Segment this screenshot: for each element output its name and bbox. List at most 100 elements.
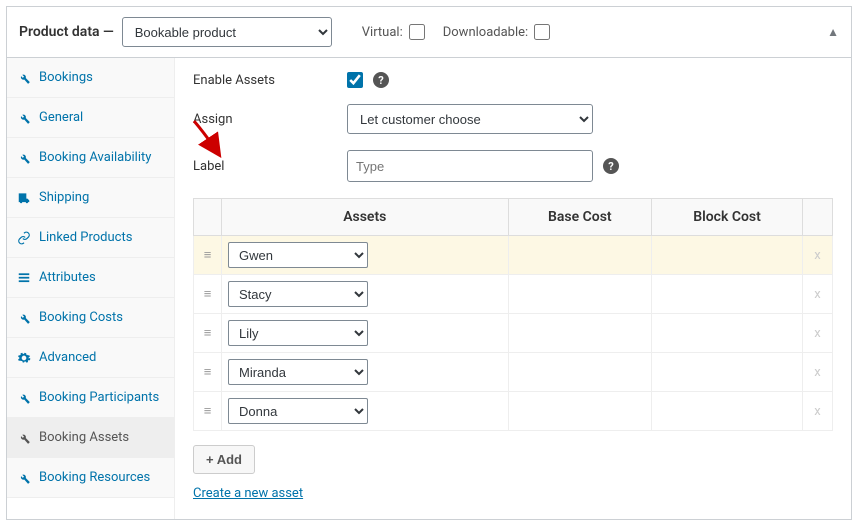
sidebar-item-label: Advanced (39, 350, 96, 365)
wrench-icon (17, 471, 31, 485)
block-cost-cell[interactable] (652, 353, 803, 392)
base-cost-cell[interactable] (508, 275, 651, 314)
truck-icon (17, 191, 31, 205)
table-row: ≡Lily x (194, 314, 833, 353)
col-block-cost: Block Cost (652, 199, 803, 236)
assets-tbody: ≡Gwenx≡Stacyx≡Lilyx≡Mirandax≡Donnax (194, 236, 833, 431)
sidebar-item-label: Shipping (39, 190, 89, 205)
sidebar-item-linked-products[interactable]: Linked Products (7, 218, 174, 258)
assign-label: Assign (193, 112, 347, 127)
base-cost-cell[interactable] (508, 353, 651, 392)
enable-assets-label: Enable Assets (193, 73, 347, 88)
downloadable-option[interactable]: Downloadable: (443, 24, 550, 40)
remove-row-icon[interactable]: x (803, 392, 833, 431)
base-cost-cell[interactable] (508, 236, 651, 275)
asset-select[interactable]: Gwen (228, 242, 368, 268)
header-options: Virtual: Downloadable: (362, 24, 550, 40)
sidebar-item-booking-availability[interactable]: Booking Availability (7, 138, 174, 178)
sidebar-item-shipping[interactable]: Shipping (7, 178, 174, 218)
table-row: ≡Donna x (194, 392, 833, 431)
panel-body: Bookings General Booking Availability Shipp… (7, 58, 851, 519)
remove-row-icon[interactable]: x (803, 275, 833, 314)
product-type-select[interactable]: Bookable product (122, 17, 332, 47)
gear-icon (17, 351, 31, 365)
asset-select[interactable]: Lily (228, 320, 368, 346)
asset-cell: Miranda (222, 353, 509, 392)
table-row: ≡Gwen x (194, 236, 833, 275)
base-cost-cell[interactable] (508, 392, 651, 431)
sidebar-item-label: Bookings (39, 70, 93, 85)
asset-select[interactable]: Miranda (228, 359, 368, 385)
collapse-icon[interactable]: ▲ (827, 25, 839, 39)
label-row: Label ? (193, 150, 833, 182)
assign-select[interactable]: Let customer choose (347, 104, 593, 134)
sidebar-item-booking-costs[interactable]: Booking Costs (7, 298, 174, 338)
sidebar-item-label: Booking Availability (39, 150, 151, 165)
sidebar-item-booking-assets[interactable]: Booking Assets (7, 418, 174, 458)
sidebar-item-label: Booking Assets (39, 430, 129, 445)
wrench-icon (17, 391, 31, 405)
sidebar-item-advanced[interactable]: Advanced (7, 338, 174, 378)
block-cost-cell[interactable] (652, 275, 803, 314)
remove-row-icon[interactable]: x (803, 353, 833, 392)
block-cost-cell[interactable] (652, 392, 803, 431)
downloadable-checkbox[interactable] (534, 24, 550, 40)
virtual-option[interactable]: Virtual: (362, 24, 425, 40)
sidebar-item-label: Booking Participants (39, 390, 159, 405)
panel-title: Product data — (19, 24, 114, 40)
sidebar-item-label: Linked Products (39, 230, 132, 245)
block-cost-cell[interactable] (652, 314, 803, 353)
wrench-icon (17, 311, 31, 325)
link-icon (17, 231, 31, 245)
drag-handle-icon[interactable]: ≡ (194, 392, 222, 431)
sidebar-item-bookings[interactable]: Bookings (7, 58, 174, 98)
list-icon (17, 271, 31, 285)
drag-handle-icon[interactable]: ≡ (194, 275, 222, 314)
label-field-label: Label (193, 159, 347, 174)
wrench-icon (17, 151, 31, 165)
help-icon[interactable]: ? (603, 158, 619, 174)
wrench-icon (17, 111, 31, 125)
add-button[interactable]: + Add (193, 445, 255, 474)
help-icon[interactable]: ? (373, 72, 389, 88)
assign-row: Assign Let customer choose (193, 104, 833, 134)
sidebar-item-attributes[interactable]: Attributes (7, 258, 174, 298)
asset-cell: Lily (222, 314, 509, 353)
panel-header: Product data — Bookable product Virtual:… (7, 7, 851, 58)
base-cost-cell[interactable] (508, 314, 651, 353)
col-assets: Assets (222, 199, 509, 236)
sidebar-item-label: Booking Resources (39, 470, 150, 485)
wrench-icon (17, 71, 31, 85)
remove-row-icon[interactable]: x (803, 314, 833, 353)
table-row: ≡Stacy x (194, 275, 833, 314)
asset-cell: Stacy (222, 275, 509, 314)
sidebar-item-label: Booking Costs (39, 310, 123, 325)
content-area: Enable Assets ? Assign Let customer choo… (175, 58, 851, 519)
create-asset-link[interactable]: Create a new asset (193, 486, 303, 501)
sidebar: Bookings General Booking Availability Shipp… (7, 58, 175, 519)
sidebar-item-booking-participants[interactable]: Booking Participants (7, 378, 174, 418)
sidebar-item-booking-resources[interactable]: Booking Resources (7, 458, 174, 498)
col-handle (194, 199, 222, 236)
asset-select[interactable]: Stacy (228, 281, 368, 307)
asset-cell: Gwen (222, 236, 509, 275)
enable-assets-row: Enable Assets ? (193, 72, 833, 88)
asset-select[interactable]: Donna (228, 398, 368, 424)
drag-handle-icon[interactable]: ≡ (194, 353, 222, 392)
sidebar-item-label: Attributes (39, 270, 96, 285)
enable-assets-checkbox[interactable] (347, 72, 363, 88)
downloadable-label: Downloadable: (443, 25, 528, 40)
table-row: ≡Miranda x (194, 353, 833, 392)
block-cost-cell[interactable] (652, 236, 803, 275)
remove-row-icon[interactable]: x (803, 236, 833, 275)
col-base-cost: Base Cost (508, 199, 651, 236)
drag-handle-icon[interactable]: ≡ (194, 236, 222, 275)
label-input[interactable] (347, 150, 593, 182)
virtual-checkbox[interactable] (409, 24, 425, 40)
assets-table: Assets Base Cost Block Cost ≡Gwenx≡Stacy… (193, 198, 833, 431)
col-remove (803, 199, 833, 236)
asset-cell: Donna (222, 392, 509, 431)
drag-handle-icon[interactable]: ≡ (194, 314, 222, 353)
sidebar-item-general[interactable]: General (7, 98, 174, 138)
sidebar-item-label: General (39, 110, 83, 125)
